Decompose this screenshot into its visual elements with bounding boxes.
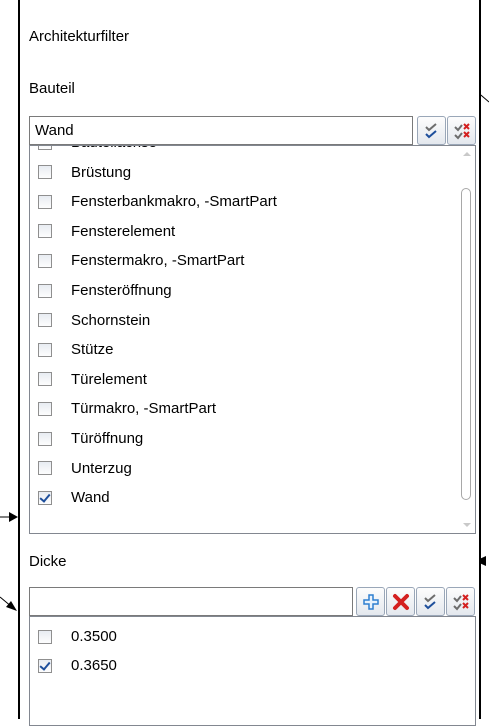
dicke-list-item[interactable]: 0.3500 bbox=[30, 623, 117, 650]
bauteil-item-label: Türmakro, -SmartPart bbox=[71, 400, 217, 418]
bauteil-combo[interactable]: Wand bbox=[29, 116, 413, 145]
dicke-item-label: 0.3650 bbox=[71, 657, 117, 674]
dicke-add-button[interactable] bbox=[356, 587, 385, 616]
bauteil-item-label: Fenstermakro, -SmartPart bbox=[71, 252, 245, 270]
dicke-list[interactable]: 0.3500 0.3650 bbox=[29, 616, 476, 726]
dicke-item-checkbox[interactable] bbox=[38, 629, 52, 644]
bauteil-item-checkbox[interactable] bbox=[38, 224, 52, 239]
dicke-uncheck-all-button[interactable] bbox=[446, 587, 475, 616]
dicke-item-checkbox[interactable] bbox=[38, 658, 52, 673]
bauteil-item-label: Brüstung bbox=[71, 163, 132, 181]
uncheck-all-icon bbox=[452, 593, 469, 610]
red-x-icon bbox=[392, 593, 409, 610]
bauteil-item-checkbox[interactable] bbox=[38, 431, 52, 446]
bauteil-list-item[interactable]: Wand bbox=[30, 484, 110, 511]
bauteil-item-label: Bauteilachse bbox=[71, 146, 157, 151]
bauteil-list-item[interactable]: Fensterelement bbox=[30, 218, 175, 245]
bauteil-list-item[interactable]: Stütze bbox=[30, 336, 114, 363]
bauteil-list-item[interactable]: Fenstermakro, -SmartPart bbox=[30, 247, 244, 274]
bauteil-combo-value: Wand bbox=[35, 122, 74, 139]
scroll-up-icon[interactable] bbox=[463, 152, 471, 156]
bauteil-list[interactable]: Bauteilachse Brüstung Fensterbankmakro, -S… bbox=[29, 145, 476, 534]
bauteil-list-item[interactable]: Fensteröffnung bbox=[30, 277, 172, 304]
bauteil-list-item[interactable]: Türmakro, -SmartPart bbox=[30, 395, 216, 422]
bauteil-item-checkbox[interactable] bbox=[38, 313, 52, 328]
bauteil-item-checkbox[interactable] bbox=[38, 165, 52, 180]
bauteil-list-item[interactable]: Türöffnung bbox=[30, 425, 143, 452]
bauteil-list-item[interactable]: Schornstein bbox=[30, 307, 150, 334]
bauteil-list-item[interactable]: Unterzug bbox=[30, 455, 132, 482]
bauteil-item-checkbox[interactable] bbox=[38, 490, 52, 505]
bauteil-item-checkbox[interactable] bbox=[38, 146, 52, 150]
dicke-combo[interactable] bbox=[29, 587, 353, 616]
bauteil-item-label: Fensteröffnung bbox=[71, 282, 172, 299]
scroll-down-icon[interactable] bbox=[463, 523, 471, 527]
bauteil-label: Bauteil bbox=[29, 80, 75, 97]
bauteil-check-all-button[interactable] bbox=[417, 116, 446, 145]
check-all-icon bbox=[424, 122, 437, 138]
scroll-thumb[interactable] bbox=[461, 188, 471, 500]
bauteil-list-item[interactable]: Türelement bbox=[30, 366, 147, 393]
architecture-filter-panel: Architekturfilter Bauteil Wand Bauteilac… bbox=[18, 0, 481, 726]
bauteil-item-checkbox[interactable] bbox=[38, 372, 52, 387]
bauteil-item-label: Unterzug bbox=[71, 459, 132, 477]
dicke-delete-button[interactable] bbox=[386, 587, 415, 616]
bauteil-scrollbar[interactable] bbox=[458, 146, 475, 533]
panel-title: Architekturfilter bbox=[29, 28, 130, 45]
dicke-list-item[interactable]: 0.3650 bbox=[30, 652, 117, 679]
plus-icon bbox=[362, 593, 379, 610]
bauteil-item-checkbox[interactable] bbox=[38, 342, 52, 357]
bauteil-item-checkbox[interactable] bbox=[38, 401, 52, 416]
bauteil-uncheck-all-button[interactable] bbox=[447, 116, 476, 145]
bauteil-item-label: Wand bbox=[71, 489, 110, 507]
check-all-icon bbox=[423, 593, 436, 609]
dicke-item-label: 0.3500 bbox=[71, 628, 117, 645]
bauteil-item-label: Fensterelement bbox=[71, 222, 176, 240]
bauteil-item-label: Schornstein bbox=[71, 311, 151, 329]
bauteil-item-checkbox[interactable] bbox=[38, 461, 52, 476]
bauteil-list-item[interactable]: Fensterbankmakro, -SmartPart bbox=[30, 188, 277, 215]
dicke-label: Dicke bbox=[29, 553, 67, 570]
bauteil-item-label: Fensterbankmakro, -SmartPart bbox=[71, 193, 277, 211]
bauteil-item-label: Türelement bbox=[71, 370, 147, 388]
bauteil-item-label: Türöffnung bbox=[71, 430, 144, 447]
bauteil-item-checkbox[interactable] bbox=[38, 283, 52, 298]
bauteil-item-label: Stütze bbox=[71, 341, 114, 359]
bauteil-list-item[interactable]: Brüstung bbox=[30, 159, 131, 186]
bauteil-item-checkbox[interactable] bbox=[38, 194, 52, 209]
uncheck-all-icon bbox=[453, 122, 470, 139]
bauteil-list-item[interactable]: Bauteilachse bbox=[30, 146, 157, 156]
bauteil-item-checkbox[interactable] bbox=[38, 253, 52, 268]
dicke-check-all-button[interactable] bbox=[416, 587, 445, 616]
